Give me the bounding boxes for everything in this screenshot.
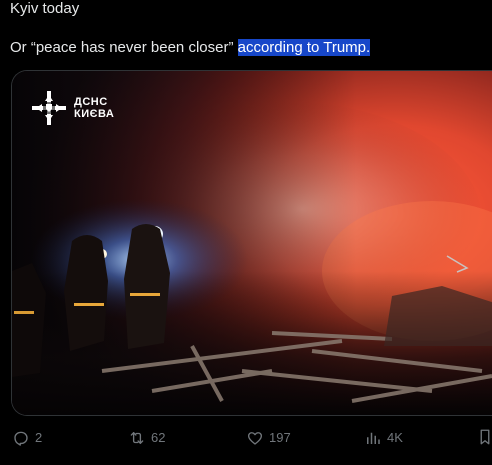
reply-icon — [14, 431, 28, 446]
bookmark-icon — [480, 429, 490, 445]
bookmark-button[interactable] — [478, 428, 492, 446]
post-text-line1: Kyiv today — [10, 0, 80, 17]
heart-icon — [247, 432, 263, 445]
views-icon — [367, 432, 380, 444]
like-count: 197 — [269, 430, 291, 445]
post-text-line2: Or “peace has never been closer” accordi… — [10, 38, 371, 58]
post-text-selected: according to Trump. — [237, 39, 371, 56]
reply-button[interactable]: 2 — [12, 428, 42, 448]
views-count: 4K — [387, 430, 403, 445]
post: Kyiv today Or “peace has never been clos… — [0, 0, 492, 465]
watermark: ДСНС КИЄВА — [30, 89, 114, 127]
repost-count: 62 — [151, 430, 166, 445]
reply-count: 2 — [35, 430, 43, 445]
like-button[interactable]: 197 — [246, 428, 291, 448]
post-text-prefix: Or “peace has never been closer” — [10, 39, 238, 56]
post-photo[interactable]: ДСНС КИЄВА — [11, 70, 492, 416]
repost-icon — [130, 432, 144, 444]
watermark-line2: КИЄВА — [74, 108, 115, 120]
repost-button[interactable]: 62 — [128, 428, 165, 448]
action-bar: 2 62 197 4K — [0, 428, 492, 448]
views-button[interactable]: 4K — [364, 428, 403, 448]
emergency-service-emblem-icon — [32, 91, 66, 125]
watermark-line1: ДСНС — [74, 96, 108, 108]
